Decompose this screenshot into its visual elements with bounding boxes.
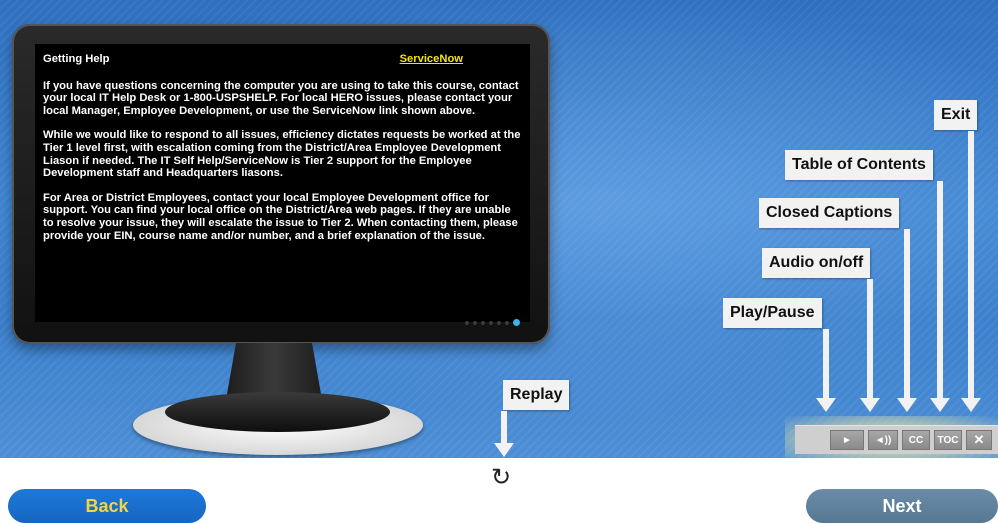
screen-indicator-dots — [465, 319, 520, 326]
callout-toc-arrow — [930, 398, 950, 412]
callout-play-arrow — [816, 398, 836, 412]
callout-toc-stem — [937, 181, 943, 398]
closed-captions-button[interactable]: CC — [902, 430, 930, 450]
callout-replay-stem — [501, 411, 507, 443]
replay-icon[interactable]: ↻ — [491, 466, 511, 490]
help-paragraph-3: For Area or District Employees, contact … — [43, 191, 518, 242]
next-button[interactable]: Next — [806, 489, 998, 523]
callout-cc-arrow — [897, 398, 917, 412]
callout-audio-arrow — [860, 398, 880, 412]
callout-audio: Audio on/off — [762, 248, 871, 278]
monitor-frame: Getting Help ServiceNow If you have ques… — [12, 24, 550, 344]
help-screen: Getting Help ServiceNow If you have ques… — [35, 44, 530, 322]
callout-closed-captions: Closed Captions — [759, 198, 900, 228]
play-pause-button[interactable]: ► — [830, 430, 864, 450]
callout-replay: Replay — [503, 380, 570, 410]
audio-button[interactable]: ◄)) — [868, 430, 898, 450]
help-paragraph-1: If you have questions concerning the com… — [43, 79, 519, 117]
callout-exit-arrow — [961, 398, 981, 412]
player-controls: ► ◄)) CC TOC ✕ — [795, 425, 998, 454]
callout-play-pause: Play/Pause — [723, 298, 822, 328]
course-stage: Getting Help ServiceNow If you have ques… — [0, 0, 998, 458]
callout-exit: Exit — [934, 100, 978, 130]
callout-cc-stem — [904, 229, 910, 398]
screen-title: Getting Help — [43, 53, 110, 65]
callout-replay-arrow — [494, 443, 514, 457]
callout-play-stem — [823, 329, 829, 398]
callout-toc: Table of Contents — [785, 150, 933, 180]
back-button[interactable]: Back — [8, 489, 206, 523]
toc-button[interactable]: TOC — [934, 430, 962, 450]
exit-button[interactable]: ✕ — [966, 430, 992, 450]
servicenow-link[interactable]: ServiceNow — [400, 53, 463, 66]
help-paragraph-2: While we would like to respond to all is… — [43, 129, 521, 180]
callout-audio-stem — [867, 279, 873, 398]
callout-exit-stem — [968, 131, 974, 398]
monitor-base — [165, 392, 390, 432]
